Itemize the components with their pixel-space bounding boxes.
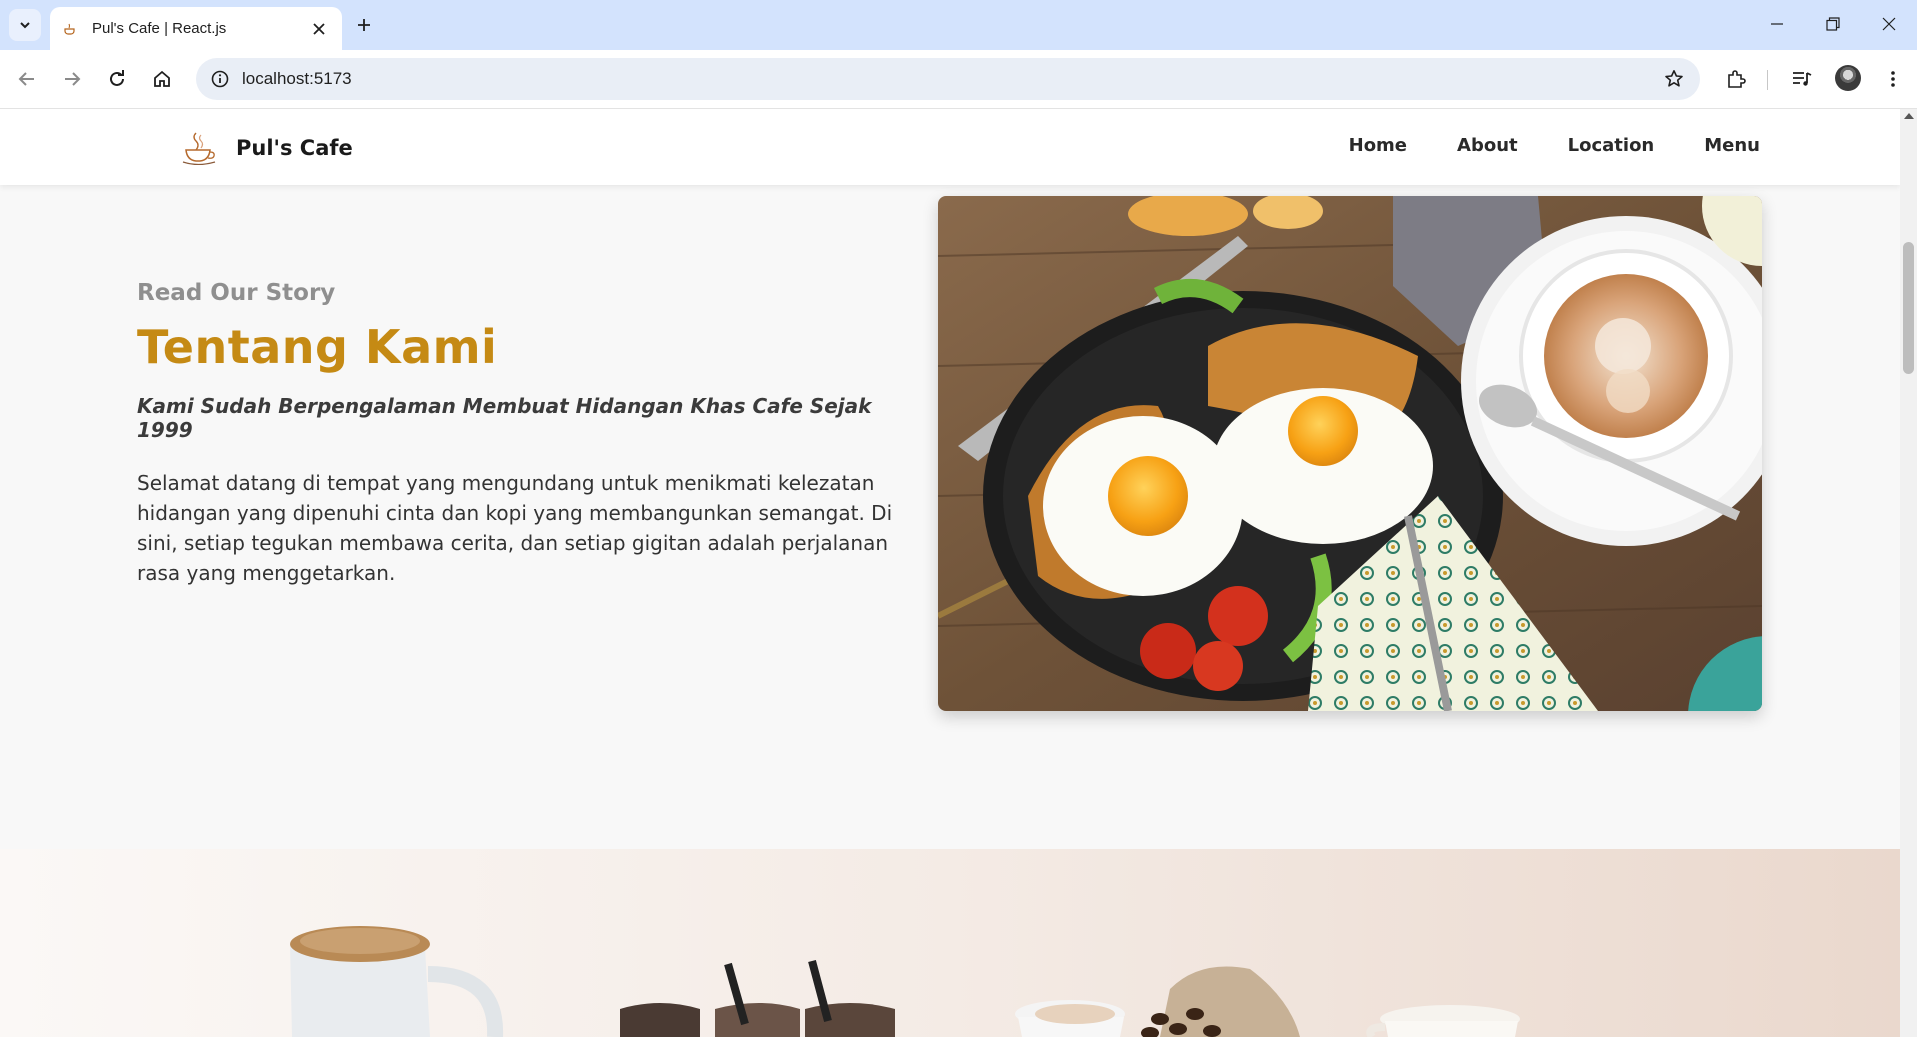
minimize-icon[interactable]	[1755, 8, 1799, 40]
tab-title: Pul's Cafe | React.js	[92, 20, 227, 37]
nav-link-about[interactable]: About	[1457, 135, 1518, 156]
site-navbar: Pul's Cafe Home About Location Menu	[0, 109, 1900, 185]
nav-link-home[interactable]: Home	[1349, 135, 1407, 156]
coffee-cup-logo-icon	[182, 132, 216, 165]
new-tab-plus-icon[interactable]	[350, 11, 378, 39]
bookmark-star-icon[interactable]	[1658, 63, 1690, 95]
close-window-icon[interactable]	[1867, 8, 1911, 40]
page-viewport: Pul's Cafe Home About Location Menu Read…	[0, 109, 1900, 1037]
brand-name: Pul's Cafe	[236, 136, 353, 160]
products-strip	[0, 849, 1900, 1037]
scrollbar-thumb[interactable]	[1903, 242, 1914, 374]
url-text: localhost:5173	[242, 69, 352, 88]
nav-link-menu[interactable]: Menu	[1704, 135, 1760, 156]
home-icon[interactable]	[145, 62, 179, 96]
browser-menu-kebab-icon[interactable]	[1876, 62, 1910, 96]
scroll-up-arrow-icon[interactable]	[1904, 113, 1914, 119]
site-brand[interactable]: Pul's Cafe	[182, 131, 353, 165]
site-info-icon[interactable]	[208, 67, 232, 91]
about-tagline: Kami Sudah Berpengalaman Membuat Hidanga…	[137, 394, 872, 442]
profile-avatar[interactable]	[1835, 65, 1861, 91]
about-heading: Tentang Kami	[137, 320, 498, 374]
page-scrollbar[interactable]	[1900, 109, 1917, 1037]
section-eyebrow: Read Our Story	[137, 280, 336, 306]
restore-window-icon[interactable]	[1811, 8, 1855, 40]
address-bar[interactable]: localhost:5173	[196, 58, 1700, 100]
nav-links: Home About Location Menu	[1349, 135, 1760, 156]
chevron-down-icon	[20, 22, 30, 29]
toolbar-divider	[1767, 70, 1768, 90]
close-tab-icon[interactable]	[308, 18, 330, 40]
about-body-text: Selamat datang di tempat yang mengundang…	[137, 471, 893, 585]
cafe-favicon-icon	[62, 20, 80, 38]
forward-arrow-icon[interactable]	[55, 62, 89, 96]
iced-coffee-glasses-image	[620, 959, 895, 1037]
reload-icon[interactable]	[100, 62, 134, 96]
white-cup-image	[1366, 1005, 1520, 1037]
browser-toolbar: localhost:5173	[0, 50, 1917, 109]
tab-search-button[interactable]	[9, 9, 41, 41]
media-control-icon[interactable]	[1785, 62, 1819, 96]
cappuccino-beans-image	[1015, 966, 1300, 1037]
browser-tab-active[interactable]: Pul's Cafe | React.js	[50, 7, 342, 50]
about-text-column: Read Our Story Tentang Kami Kami Sudah B…	[137, 280, 897, 588]
about-section: Read Our Story Tentang Kami Kami Sudah B…	[0, 185, 1900, 849]
back-arrow-icon[interactable]	[10, 62, 44, 96]
nav-link-location[interactable]: Location	[1568, 135, 1655, 156]
breakfast-photo	[938, 196, 1762, 711]
extensions-puzzle-icon[interactable]	[1719, 62, 1753, 96]
latte-mug-image	[290, 926, 504, 1037]
browser-tab-strip: Pul's Cafe | React.js	[0, 0, 1917, 50]
